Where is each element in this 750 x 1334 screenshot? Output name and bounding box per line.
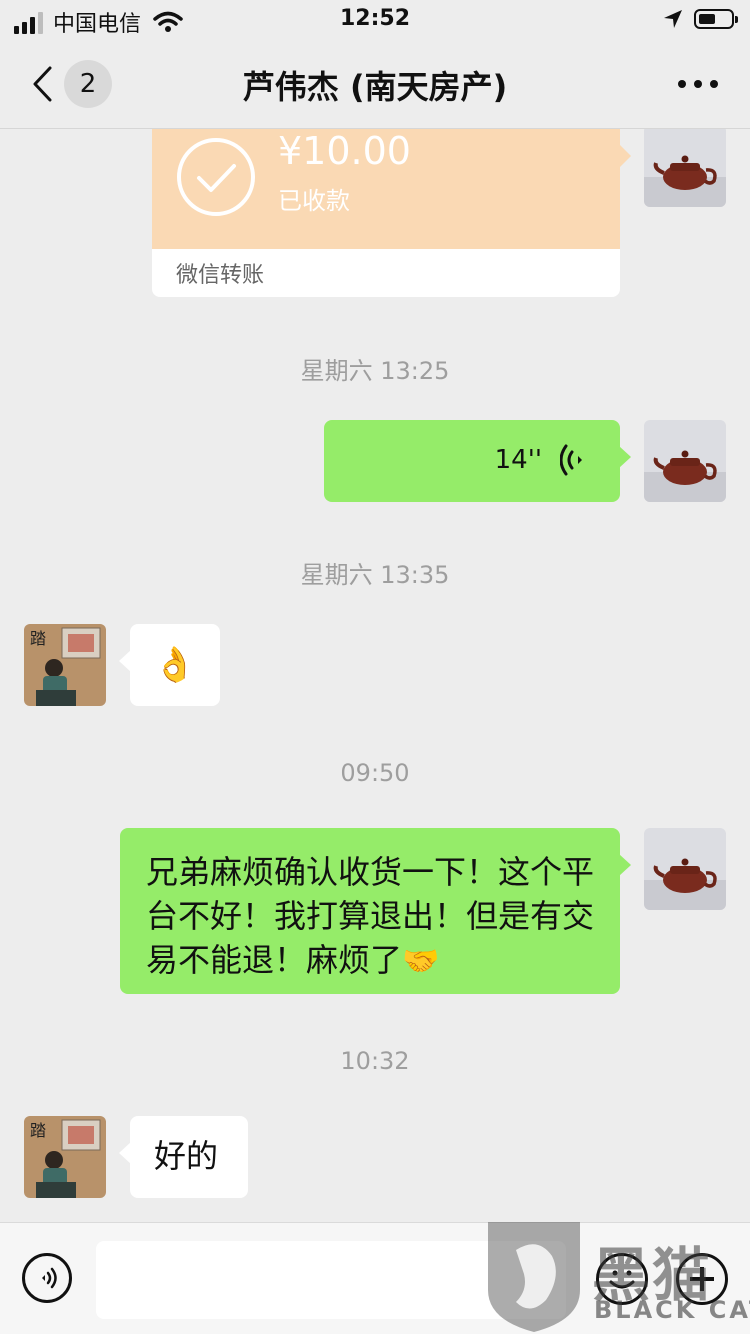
transfer-card-top: ¥10.00 已收款 bbox=[152, 129, 620, 249]
voice-mode-icon bbox=[42, 1267, 57, 1289]
voice-message-bubble[interactable]: 14'' bbox=[324, 420, 631, 502]
status-bar: 中国电信 12:52 bbox=[0, 0, 750, 40]
status-right bbox=[662, 8, 738, 30]
emoji-button[interactable] bbox=[596, 1253, 648, 1305]
plus-button[interactable] bbox=[676, 1253, 728, 1305]
transfer-card[interactable]: ¥10.00 已收款 微信转账 bbox=[152, 129, 631, 297]
handshake-emoji: 🤝 bbox=[402, 944, 440, 979]
location-arrow-icon bbox=[664, 10, 682, 28]
time-divider: 09:50 bbox=[340, 759, 410, 787]
teapot-avatar-image bbox=[644, 420, 726, 502]
contact-avatar-image: 踏 bbox=[24, 624, 106, 706]
bubble-tail bbox=[619, 854, 631, 876]
more-button[interactable] bbox=[678, 80, 718, 90]
my-avatar[interactable] bbox=[644, 420, 726, 502]
contact-avatar[interactable]: 踏 bbox=[24, 1116, 106, 1198]
status-time: 12:52 bbox=[339, 6, 411, 31]
my-avatar[interactable] bbox=[644, 129, 726, 207]
voice-wave-icon bbox=[560, 444, 582, 476]
emoji-icon bbox=[609, 1270, 635, 1289]
battery-icon bbox=[694, 9, 738, 29]
check-icon bbox=[177, 138, 255, 216]
bubble-tail bbox=[119, 1142, 131, 1164]
received-text-content: 好的 bbox=[154, 1137, 219, 1175]
bubble-tail bbox=[619, 446, 631, 468]
chat-title: 芦伟杰 (南天房产) bbox=[242, 68, 508, 106]
chat-screen: 中国电信 12:52 2 芦伟杰 (南天房产) ¥10.00 已收款 微信转账 … bbox=[0, 0, 750, 1334]
unread-badge[interactable]: 2 bbox=[64, 60, 112, 108]
transfer-card-bottom: 微信转账 bbox=[152, 249, 620, 297]
transfer-status: 已收款 bbox=[278, 187, 350, 215]
sent-text-bubble[interactable]: 兄弟麻烦确认收货一下！这个平台不好！我打算退出！但是有交易不能退！麻烦了🤝 bbox=[120, 828, 631, 994]
teapot-avatar-image bbox=[644, 129, 726, 207]
svg-text:踏: 踏 bbox=[30, 629, 46, 648]
svg-text:踏: 踏 bbox=[30, 1121, 46, 1140]
teapot-avatar-image bbox=[644, 828, 726, 910]
bubble-tail bbox=[620, 145, 631, 167]
time-divider: 10:32 bbox=[340, 1047, 410, 1075]
back-chevron-icon bbox=[33, 66, 52, 102]
contact-avatar[interactable]: 踏 bbox=[24, 624, 106, 706]
received-text-bubble[interactable]: 好的 bbox=[119, 1116, 248, 1198]
ok-hand-emoji: 👌 bbox=[153, 645, 197, 685]
my-avatar[interactable] bbox=[644, 828, 726, 910]
time-divider: 星期六 13:25 bbox=[300, 357, 450, 385]
time-divider: 星期六 13:35 bbox=[300, 561, 450, 589]
received-emoji-bubble[interactable]: 👌 bbox=[119, 624, 220, 706]
message-list[interactable]: ¥10.00 已收款 微信转账 星期六 13:25 14'' 星期六 13:35… bbox=[0, 129, 750, 1222]
voice-mode-button[interactable] bbox=[22, 1253, 72, 1303]
bubble-tail bbox=[119, 650, 131, 672]
sent-text-content: 兄弟麻烦确认收货一下！这个平台不好！我打算退出！但是有交易不能退！麻烦了 bbox=[146, 853, 595, 979]
input-bar bbox=[0, 1222, 750, 1334]
transfer-label: 微信转账 bbox=[176, 263, 265, 288]
message-input[interactable] bbox=[96, 1241, 566, 1319]
contact-avatar-image: 踏 bbox=[24, 1116, 106, 1198]
more-icon bbox=[678, 80, 686, 88]
transfer-amount: ¥10.00 bbox=[278, 129, 411, 173]
nav-bar: 2 芦伟杰 (南天房产) bbox=[0, 40, 750, 129]
voice-duration: 14'' bbox=[494, 445, 542, 475]
back-button[interactable] bbox=[22, 62, 62, 106]
